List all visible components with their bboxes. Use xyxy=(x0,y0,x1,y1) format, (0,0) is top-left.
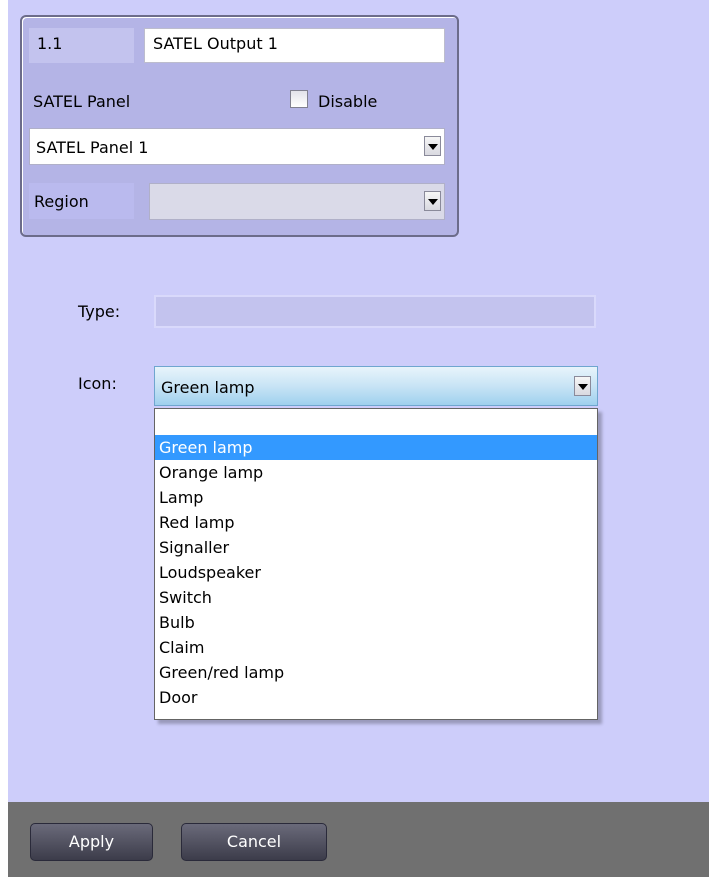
satel-panel-value: SATEL Panel 1 xyxy=(36,138,149,157)
chevron-down-icon[interactable] xyxy=(574,376,591,396)
region-label: Region xyxy=(29,183,134,219)
dropdown-option[interactable]: Bulb xyxy=(155,610,597,635)
satel-panel-select[interactable]: SATEL Panel 1 xyxy=(29,128,445,165)
chevron-down-icon[interactable] xyxy=(424,136,441,156)
apply-button[interactable]: Apply xyxy=(30,823,153,861)
dropdown-option[interactable]: Claim xyxy=(155,635,597,660)
object-id-field: 1.1 xyxy=(29,28,134,63)
type-field xyxy=(154,295,596,328)
object-name-input[interactable]: SATEL Output 1 xyxy=(144,28,445,63)
dropdown-option[interactable]: Switch xyxy=(155,585,597,610)
disable-checkbox[interactable] xyxy=(290,90,308,108)
region-label-text: Region xyxy=(34,192,89,211)
object-name-text: SATEL Output 1 xyxy=(153,34,278,53)
chevron-down-icon[interactable] xyxy=(424,191,441,211)
icon-dropdown-list: Green lamp Orange lamp Lamp Red lamp Sig… xyxy=(154,408,598,720)
dropdown-option[interactable]: Orange lamp xyxy=(155,460,597,485)
icon-select-value: Green lamp xyxy=(161,378,255,397)
disable-label[interactable]: Disable xyxy=(318,92,377,111)
dropdown-option[interactable]: Signaller xyxy=(155,535,597,560)
dropdown-option[interactable]: Lamp xyxy=(155,485,597,510)
dropdown-option[interactable]: Loudspeaker xyxy=(155,560,597,585)
satel-panel-label: SATEL Panel xyxy=(33,92,131,111)
icon-label: Icon: xyxy=(78,374,117,393)
cancel-button[interactable]: Cancel xyxy=(181,823,327,861)
object-id-text: 1.1 xyxy=(37,34,63,53)
dropdown-option[interactable]: Green/red lamp xyxy=(155,660,597,685)
dropdown-option[interactable]: Red lamp xyxy=(155,510,597,535)
dropdown-option[interactable]: Door xyxy=(155,685,597,710)
icon-select[interactable]: Green lamp xyxy=(154,366,598,406)
type-label: Type: xyxy=(78,302,121,321)
dropdown-option[interactable]: Green lamp xyxy=(155,435,597,460)
region-select[interactable] xyxy=(149,183,445,220)
